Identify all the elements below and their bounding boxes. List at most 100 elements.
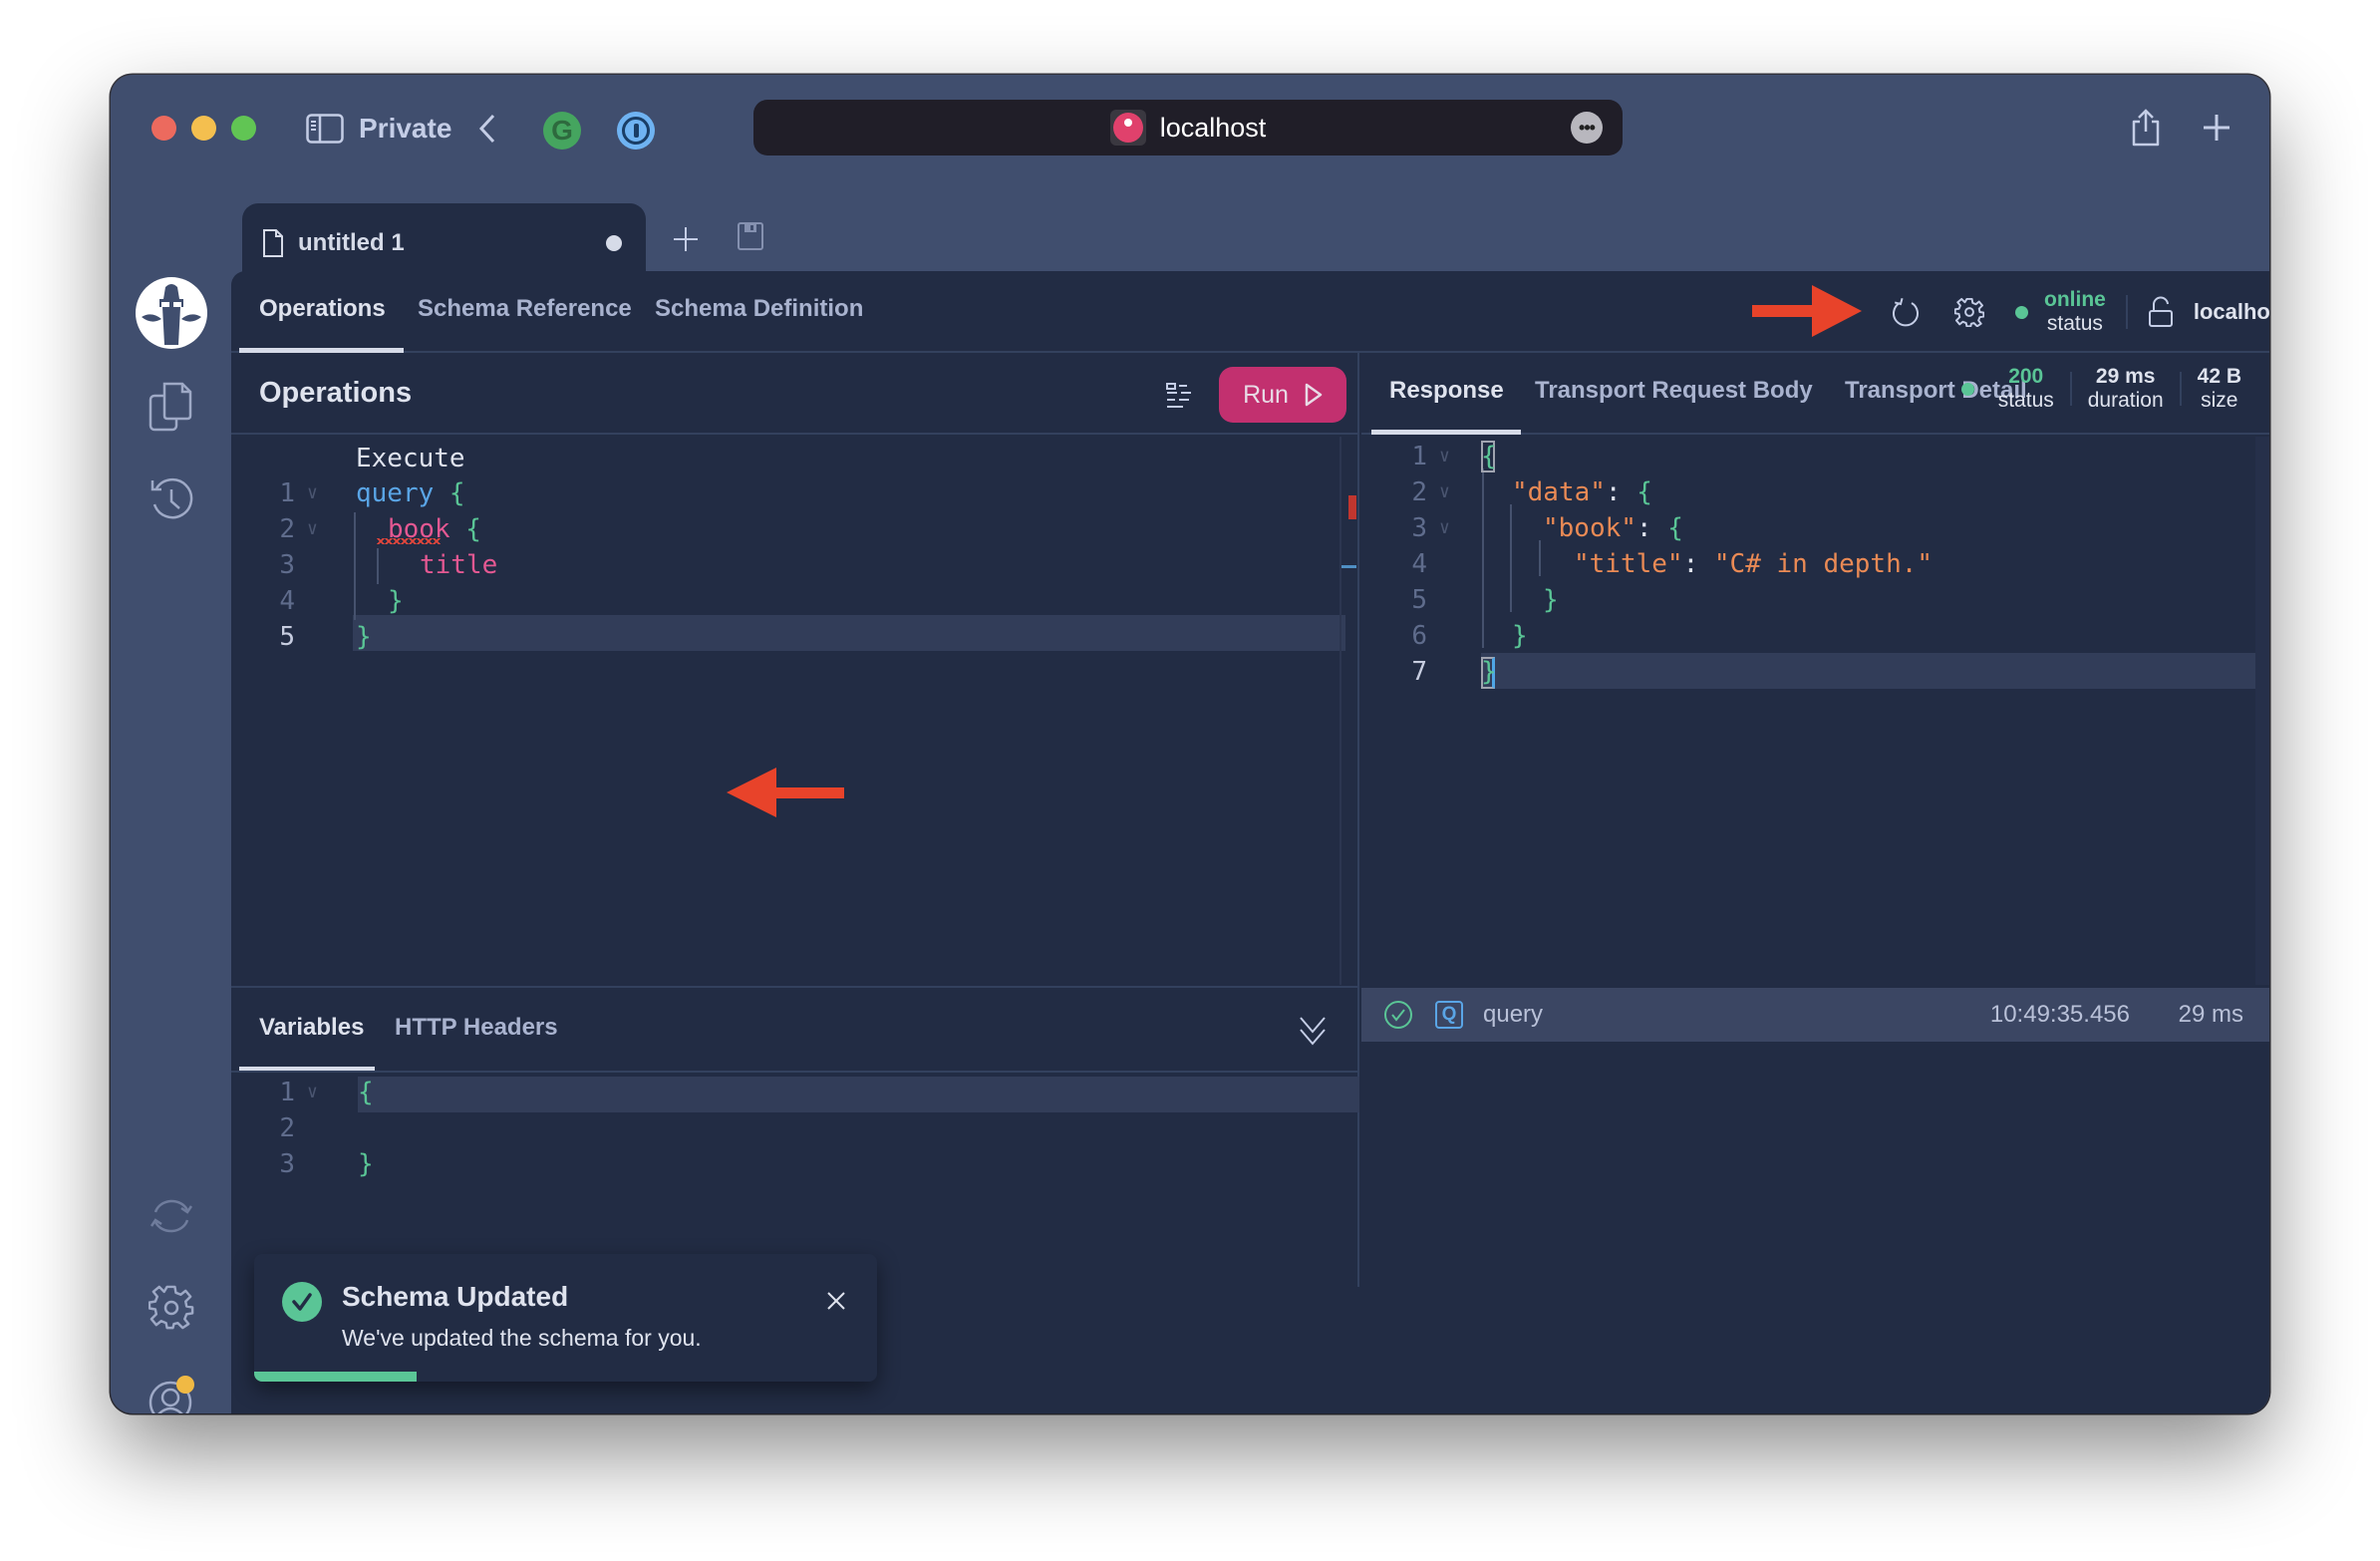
password-manager-icon [622, 117, 650, 145]
query-type-icon: Q [1435, 1001, 1463, 1029]
password-manager-extension-button[interactable] [617, 112, 655, 150]
code-token: { [449, 514, 481, 544]
fold-chevron-icon[interactable]: ∨ [1439, 510, 1450, 546]
fold-chevron-icon[interactable]: ∨ [307, 511, 318, 547]
plus-icon [2204, 115, 2230, 141]
response-stats: 200 status 29 ms duration 42 B size [1960, 365, 2241, 413]
refresh-schema-sidebar-button[interactable] [147, 1191, 196, 1241]
history-timestamp: 10:49:35.456 [1989, 1001, 2130, 1028]
lock-button[interactable] [2146, 294, 2176, 330]
tab-schema-reference[interactable]: Schema Reference [418, 295, 632, 323]
app-logo-icon[interactable] [136, 277, 207, 349]
line-number: 1 [279, 1078, 295, 1107]
variables-editor[interactable]: 1 ∨ {2 3} [231, 1073, 1359, 1192]
share-icon [2132, 109, 2160, 147]
line-number: 2 [1411, 477, 1427, 507]
gear-icon [149, 1285, 194, 1330]
history-list-item[interactable]: Q query 10:49:35.456 29 ms [1361, 988, 2269, 1042]
code-token: "title" [1574, 549, 1683, 579]
url-text: localhost [1159, 112, 1267, 143]
line-number: 3 [1411, 513, 1427, 543]
code-token: { [434, 478, 465, 508]
close-window-button[interactable] [151, 116, 176, 141]
refresh-schema-button[interactable] [1886, 292, 1926, 332]
run-button-label: Run [1243, 380, 1289, 409]
operations-title: Operations [259, 377, 413, 409]
status-code-value: 200 [2008, 365, 2044, 388]
account-icon [149, 1376, 194, 1413]
collections-button[interactable] [147, 382, 196, 432]
new-browser-tab-button[interactable] [2197, 108, 2236, 148]
zoom-window-button[interactable] [231, 116, 256, 141]
code-token: } [388, 586, 404, 616]
save-document-button[interactable] [737, 221, 766, 251]
page-menu-button[interactable]: ••• [1571, 112, 1603, 144]
duration-value: 29 ms [2095, 365, 2156, 388]
plus-icon [674, 227, 698, 251]
collections-icon [149, 382, 192, 432]
error-marker [1348, 495, 1356, 519]
response-viewer[interactable]: 1 ∨{2 ∨ "data": {3 ∨ "book": {4 "title": "C# i… [1361, 437, 2269, 985]
toast-timer-track [254, 1372, 877, 1382]
tab-http-headers[interactable]: HTTP Headers [395, 1014, 558, 1042]
line-number: 4 [1411, 549, 1427, 579]
code-line: } [358, 1149, 374, 1179]
fold-chevron-icon[interactable]: ∨ [1439, 439, 1450, 474]
tab-operations[interactable]: Operations [259, 295, 386, 323]
endpoint-url[interactable]: localhost:5000 [2194, 299, 2269, 325]
fold-chevron-icon[interactable]: ∨ [307, 475, 318, 511]
code-token: "data" [1512, 477, 1606, 507]
tab-schema-definition[interactable]: Schema Definition [655, 295, 863, 323]
main-panel: Operations Schema Reference Schema Defin… [231, 271, 2269, 1413]
sidebar-toggle-button[interactable] [306, 113, 346, 145]
tab-transport-request-body[interactable]: Transport Request Body [1535, 377, 1813, 405]
toast-timer-progress [254, 1372, 417, 1382]
code-token: { [1636, 477, 1652, 507]
code-line: "book": { [1543, 510, 1683, 546]
line-number: 6 [1411, 621, 1427, 651]
app-sidebar [111, 194, 231, 1413]
sync-icon [149, 1199, 193, 1233]
code-token: { [1667, 513, 1683, 543]
run-button[interactable]: Run [1219, 367, 1346, 423]
history-operation-name: query [1483, 1001, 1544, 1028]
grammarly-extension-button[interactable]: G [543, 112, 581, 150]
play-icon [1305, 383, 1323, 407]
schema-updated-toast: Schema Updated We've updated the schema … [254, 1254, 877, 1382]
response-scrollbar-track[interactable] [2255, 437, 2269, 985]
code-token: query [356, 478, 435, 508]
connection-status-value: online [2044, 288, 2106, 311]
fold-chevron-icon[interactable]: ∨ [307, 1075, 318, 1110]
code-token: "book" [1543, 513, 1636, 543]
operations-editor[interactable]: Execute 1 ∨ query {2 ∨ book {3 title 4} 5} [231, 437, 1345, 975]
code-line: book { [388, 511, 481, 547]
size-value: 42 B [2197, 365, 2241, 388]
fold-chevron-icon[interactable]: ∨ [1439, 474, 1450, 510]
tab-variables[interactable]: Variables [259, 1014, 364, 1042]
line-number: 7 [1411, 657, 1427, 687]
history-icon [150, 477, 193, 519]
history-button[interactable] [147, 474, 196, 524]
minimize-window-button[interactable] [191, 116, 216, 141]
share-button[interactable] [2129, 105, 2169, 151]
address-bar[interactable]: localhost ••• [753, 100, 1623, 156]
back-button[interactable] [477, 111, 507, 147]
connection-status-label: status [2046, 312, 2103, 335]
collapse-variables-button[interactable] [1298, 1014, 1328, 1050]
code-line: } [1543, 582, 1559, 618]
prettify-button[interactable] [1165, 381, 1195, 411]
code-token: } [1512, 621, 1528, 651]
account-button[interactable] [147, 1375, 196, 1413]
line-number: 5 [279, 622, 295, 652]
connection-settings-button[interactable] [1949, 292, 1989, 332]
execute-codelens[interactable]: Execute [356, 441, 465, 476]
code-line: } [1512, 618, 1528, 654]
code-line: title [420, 547, 497, 583]
response-status-dot [1960, 382, 1974, 396]
settings-sidebar-button[interactable] [147, 1283, 196, 1333]
add-document-tab-button[interactable] [672, 220, 700, 260]
tab-response[interactable]: Response [1389, 377, 1504, 405]
annotation-arrow-left-icon [727, 768, 844, 817]
toast-close-button[interactable] [823, 1288, 849, 1314]
code-line: { [1481, 439, 1497, 474]
